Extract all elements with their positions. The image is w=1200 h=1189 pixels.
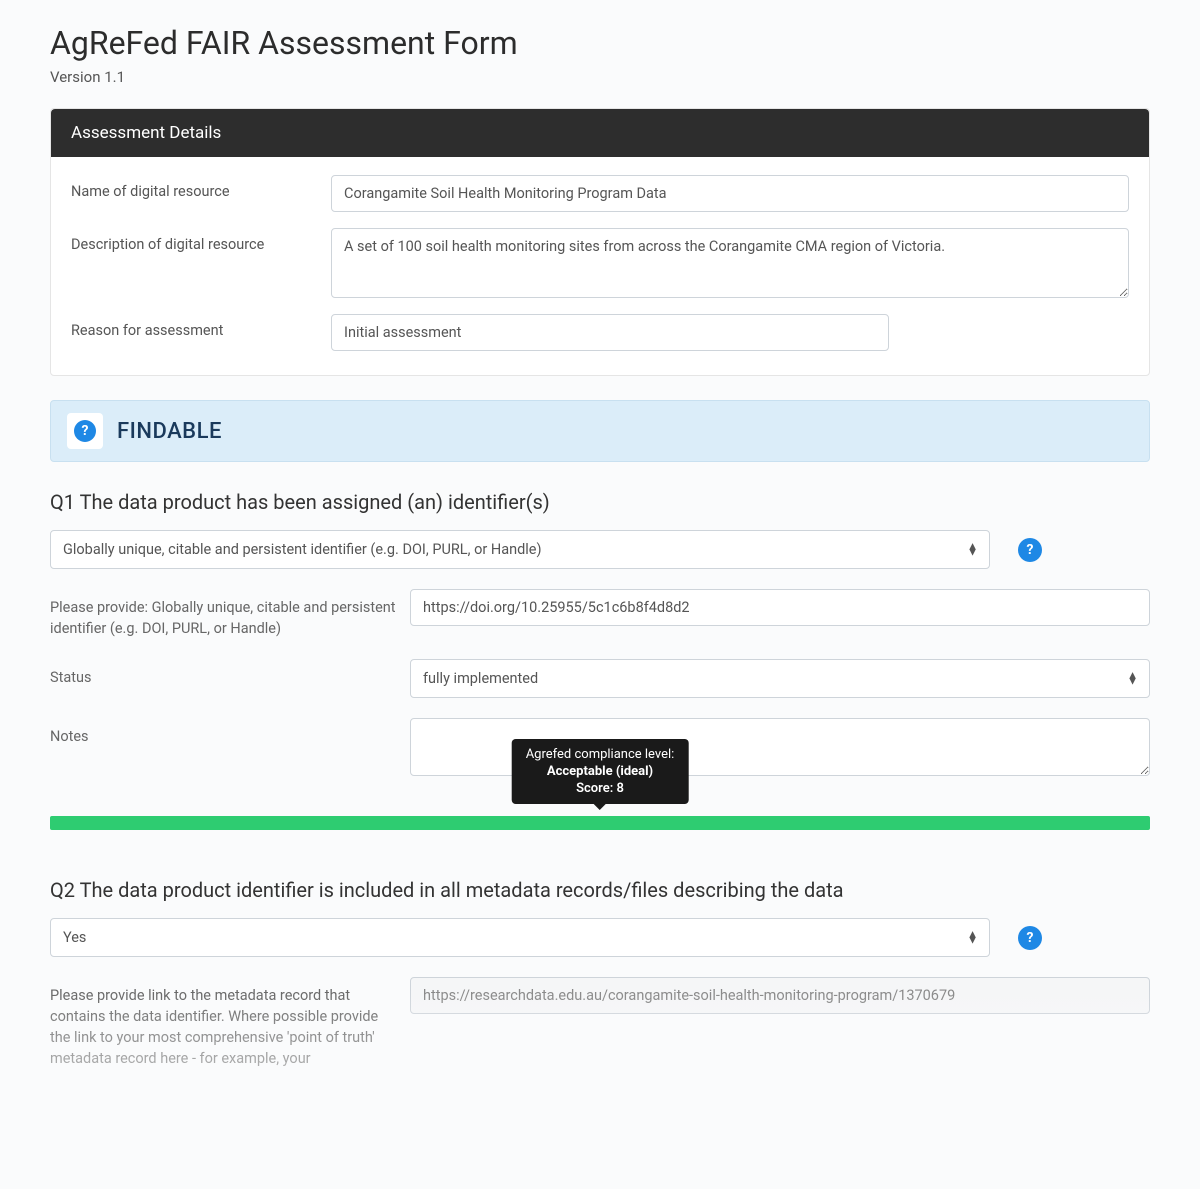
question-1: Q1 The data product has been assigned (a… xyxy=(50,490,1150,776)
assessment-details-card: Assessment Details Name of digital resou… xyxy=(50,108,1150,376)
q1-status-select[interactable]: fully implemented xyxy=(410,659,1150,698)
tooltip-level-value: Acceptable (ideal) xyxy=(526,764,675,779)
compliance-tooltip: Agrefed compliance level: Acceptable (id… xyxy=(512,739,689,804)
question-2: Q2 The data product identifier is includ… xyxy=(50,878,1150,1149)
version-text: Version 1.1 xyxy=(50,68,1150,86)
name-input[interactable] xyxy=(331,175,1129,212)
description-label: Description of digital resource xyxy=(71,228,331,253)
tooltip-score: Score: 8 xyxy=(526,781,675,796)
q1-title: Q1 The data product has been assigned (a… xyxy=(50,490,1150,514)
q1-compliance-bar xyxy=(50,816,1150,830)
q1-provide-label: Please provide: Globally unique, citable… xyxy=(50,589,400,639)
q2-answer-select[interactable]: Yes xyxy=(50,918,990,957)
tooltip-level-label: Agrefed compliance level: xyxy=(526,747,675,762)
findable-help-button[interactable]: ? xyxy=(67,413,103,449)
assessment-details-header: Assessment Details xyxy=(51,109,1149,157)
q2-metadata-link-input[interactable] xyxy=(410,977,1150,1014)
q1-status-label: Status xyxy=(50,659,400,688)
findable-section-header: ? FINDABLE xyxy=(50,400,1150,462)
findable-title: FINDABLE xyxy=(117,419,222,444)
q1-identifier-input[interactable] xyxy=(410,589,1150,626)
reason-label: Reason for assessment xyxy=(71,314,331,339)
reason-input[interactable] xyxy=(331,314,889,351)
q2-help-button[interactable]: ? xyxy=(1018,926,1042,950)
q1-answer-select[interactable]: Globally unique, citable and persistent … xyxy=(50,530,990,569)
description-input[interactable]: A set of 100 soil health monitoring site… xyxy=(331,228,1129,298)
name-label: Name of digital resource xyxy=(71,175,331,200)
q2-provide-label: Please provide link to the metadata reco… xyxy=(50,977,400,1069)
help-icon: ? xyxy=(74,420,96,442)
q1-help-button[interactable]: ? xyxy=(1018,538,1042,562)
q2-title: Q2 The data product identifier is includ… xyxy=(50,878,1150,902)
page-title: AgReFed FAIR Assessment Form xyxy=(50,24,1150,62)
q1-notes-label: Notes xyxy=(50,718,400,747)
